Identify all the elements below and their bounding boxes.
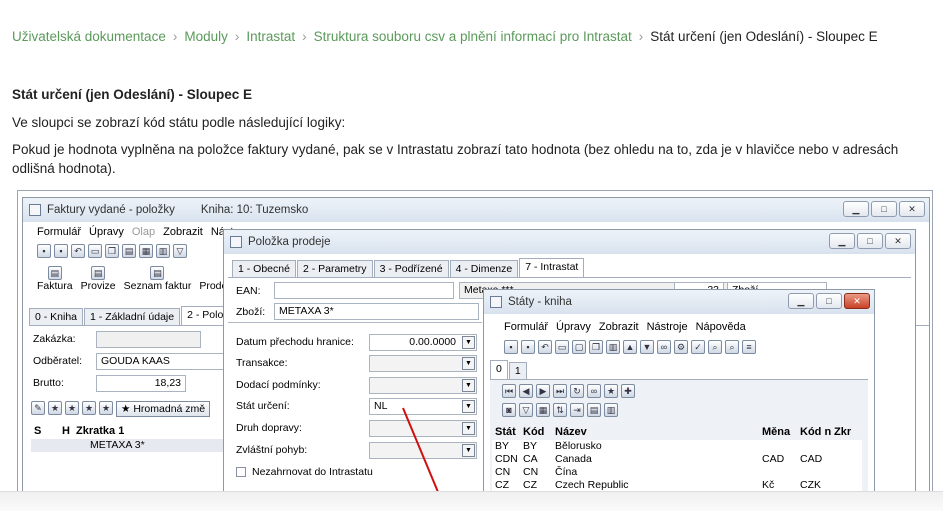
check-icon[interactable]: ✓ (691, 340, 705, 354)
col-kod[interactable]: Kód (520, 425, 552, 440)
prev-icon[interactable]: ◀ (519, 384, 533, 398)
copy-icon[interactable]: ❐ (589, 340, 603, 354)
menu-upravy[interactable]: Úpravy (556, 321, 591, 333)
cell-kod-n: CZK (800, 479, 821, 491)
table-row[interactable]: CN CN Čína (492, 466, 862, 479)
binoculars-icon[interactable]: ∞ (657, 340, 671, 354)
book-icon[interactable]: ▥ (606, 340, 620, 354)
cell-nazev: Čína (555, 466, 578, 478)
breadcrumb-separator: › (172, 29, 178, 44)
settings-icon[interactable]: ⚙ (674, 340, 688, 354)
menu-zobrazit[interactable]: Zobrazit (599, 321, 639, 333)
screenshot-figure: Faktury vydané - položky Kniha: 10: Tuzem… (17, 190, 933, 491)
breadcrumb-item-modules[interactable]: Moduly (184, 29, 228, 44)
cell-mena: CAD (762, 453, 785, 465)
menu-napoveda[interactable]: Nápověda (696, 321, 746, 333)
breadcrumb-separator: › (302, 29, 307, 44)
cell-nazev: Bělorusko (555, 440, 602, 452)
cell-kod: BY (523, 440, 538, 452)
cell-kod: CZ (523, 479, 537, 491)
breadcrumb-item-structure[interactable]: Struktura souboru csv a plnění informací… (314, 29, 632, 44)
cell-stat: CDN (495, 453, 518, 465)
tab-strip: 01 (490, 360, 528, 379)
last-icon[interactable]: ⏭ (553, 384, 567, 398)
pin-icon[interactable]: ✚ (621, 384, 635, 398)
list-icon[interactable]: ▥ (604, 403, 618, 417)
tab-0[interactable]: 0 (490, 360, 508, 379)
col-mena[interactable]: Měna (759, 425, 797, 440)
menu-nastroje[interactable]: Nástroje (647, 321, 688, 333)
columns-icon[interactable]: ▦ (536, 403, 550, 417)
paragraph-logic: Pokud je hodnota vyplněna na položce fak… (12, 142, 899, 176)
col-zkr[interactable]: Zkr (831, 425, 856, 440)
cell-mena (759, 466, 797, 479)
cell-nazev: Czech Republic (555, 479, 629, 491)
col-kod-n[interactable]: Kód n (797, 425, 831, 440)
camera-icon[interactable]: ◙ (502, 403, 516, 417)
minimize-button[interactable]: ▁ (788, 293, 814, 309)
filter-toolbar: ◙ ▽ ▦ ⇅ ⇥ ▤ ▥ (502, 403, 618, 417)
col-stat[interactable]: Stát (492, 425, 520, 440)
close-button[interactable]: ✕ (844, 293, 870, 309)
cell-stat: CN (495, 466, 511, 478)
cell-stat: BY (495, 440, 510, 452)
search-next-icon[interactable]: ⌕ (725, 340, 739, 354)
nav-toolbar: ⏮ ◀ ▶ ⏭ ↻ ∞ ★ ✚ (502, 384, 635, 398)
search-icon[interactable]: ⌕ (708, 340, 722, 354)
page-title: Stát určení (jen Odeslání) - Sloupec E (12, 87, 253, 102)
menu-bar: Formulář Úpravy Zobrazit Nástroje Nápověda (504, 321, 746, 333)
cell-mena (759, 440, 797, 453)
cell-kod: CN (523, 466, 539, 478)
cell-stat: CZ (495, 479, 509, 491)
arrow-up-icon[interactable]: ▲ (623, 340, 637, 354)
breadcrumb-current: Stát určení (jen Odeslání) - Sloupec E (650, 29, 878, 44)
arrow-down-icon[interactable]: ▼ (640, 340, 654, 354)
cell-mena: Kč (762, 479, 775, 491)
table-row[interactable]: CZ CZ Czech Republic Kč CZK (492, 479, 862, 491)
tab-1[interactable]: 1 (508, 362, 527, 379)
breadcrumb: Uživatelská dokumentace › Moduly › Intrastat… (12, 29, 878, 44)
undo-icon[interactable]: ↶ (538, 340, 552, 354)
col-nazev[interactable]: Název (552, 425, 759, 440)
toolbar: ▪ ▪ ↶ ▭ ▢ ❐ ▥ ▲ ▼ ∞ ⚙ ✓ ⌕ ⌕ ≡ (504, 340, 756, 354)
indent-icon[interactable]: ⇥ (570, 403, 584, 417)
refresh-icon[interactable]: ↻ (570, 384, 584, 398)
save-all-icon[interactable]: ▪ (521, 340, 535, 354)
window-title: Státy - kniha (508, 296, 572, 308)
cell-nazev: Canada (555, 453, 592, 465)
table-row[interactable]: BY BY Bělorusko (492, 440, 862, 453)
breadcrumb-separator: › (638, 29, 644, 44)
maximize-button[interactable]: □ (816, 293, 842, 309)
window-states: Státy - kniha ▁ □ ✕ Formulář Úpravy Zobrazit… (483, 289, 875, 491)
breadcrumb-item-intrastat[interactable]: Intrastat (246, 29, 295, 44)
cell-kod-n: CAD (800, 453, 823, 465)
states-grid: Stát Kód Název Měna Kód n Zkr BY BY Bělorusko C… (492, 425, 862, 491)
breadcrumb-separator: › (234, 29, 240, 44)
table-row[interactable]: CDN CA Canada CAD CAD (492, 453, 862, 466)
first-icon[interactable]: ⏮ (502, 384, 516, 398)
save-icon[interactable]: ▪ (504, 340, 518, 354)
breadcrumb-item-docs[interactable]: Uživatelská dokumentace (12, 29, 166, 44)
grid-header: Stát Kód Název Měna Kód n Zkr (492, 425, 862, 440)
cell-kod-n (797, 466, 831, 479)
page-footer-shadow (0, 491, 943, 511)
menu-formular[interactable]: Formulář (504, 321, 548, 333)
sort-icon[interactable]: ⇅ (553, 403, 567, 417)
export-icon[interactable]: ▤ (587, 403, 601, 417)
menu-icon[interactable]: ≡ (742, 340, 756, 354)
next-icon[interactable]: ▶ (536, 384, 550, 398)
new-icon[interactable]: ▢ (572, 340, 586, 354)
star-icon[interactable]: ★ (604, 384, 618, 398)
cell-kod-n (797, 440, 831, 453)
filter-icon[interactable]: ▽ (519, 403, 533, 417)
open-icon[interactable]: ▭ (555, 340, 569, 354)
binoculars-icon[interactable]: ∞ (587, 384, 601, 398)
cell-kod: CA (523, 453, 538, 465)
paragraph-intro: Ve sloupci se zobrazí kód státu podle ná… (12, 115, 346, 130)
window-icon (490, 296, 502, 308)
